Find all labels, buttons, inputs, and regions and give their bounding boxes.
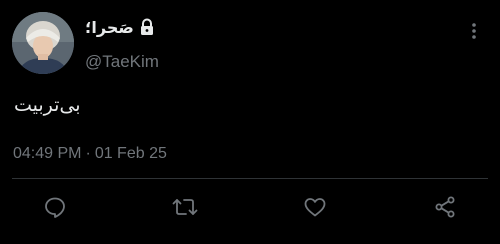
avatar[interactable] (12, 12, 74, 74)
tweet-time: 04:49 PM (13, 145, 82, 162)
share-button[interactable] (432, 194, 458, 220)
reply-icon (45, 197, 65, 218)
reply-button[interactable] (42, 194, 68, 220)
lock-icon (139, 18, 155, 36)
avatar-photo (12, 12, 74, 74)
author-name[interactable]: صَحرا؛ (85, 18, 134, 37)
more-vertical-icon[interactable] (466, 20, 482, 42)
share-icon (435, 196, 455, 218)
author-handle[interactable]: @TaeKim (85, 52, 159, 72)
divider (12, 178, 488, 179)
tweet-date: 01 Feb 25 (94, 145, 167, 162)
heart-icon (304, 198, 326, 217)
tweet-card: صَحرا؛ @TaeKim بی‌تربیت 04:49 PM · 01 Fe… (0, 0, 500, 244)
meta-separator: · (85, 145, 91, 162)
retweet-button[interactable] (172, 194, 198, 220)
author-row: صَحرا؛ (85, 15, 155, 39)
retweet-icon (172, 199, 198, 215)
like-button[interactable] (302, 194, 328, 220)
tweet-text: بی‌تربیت (14, 94, 81, 116)
tweet-timestamp[interactable]: 04:49 PM · 01 Feb 25 (13, 145, 167, 163)
